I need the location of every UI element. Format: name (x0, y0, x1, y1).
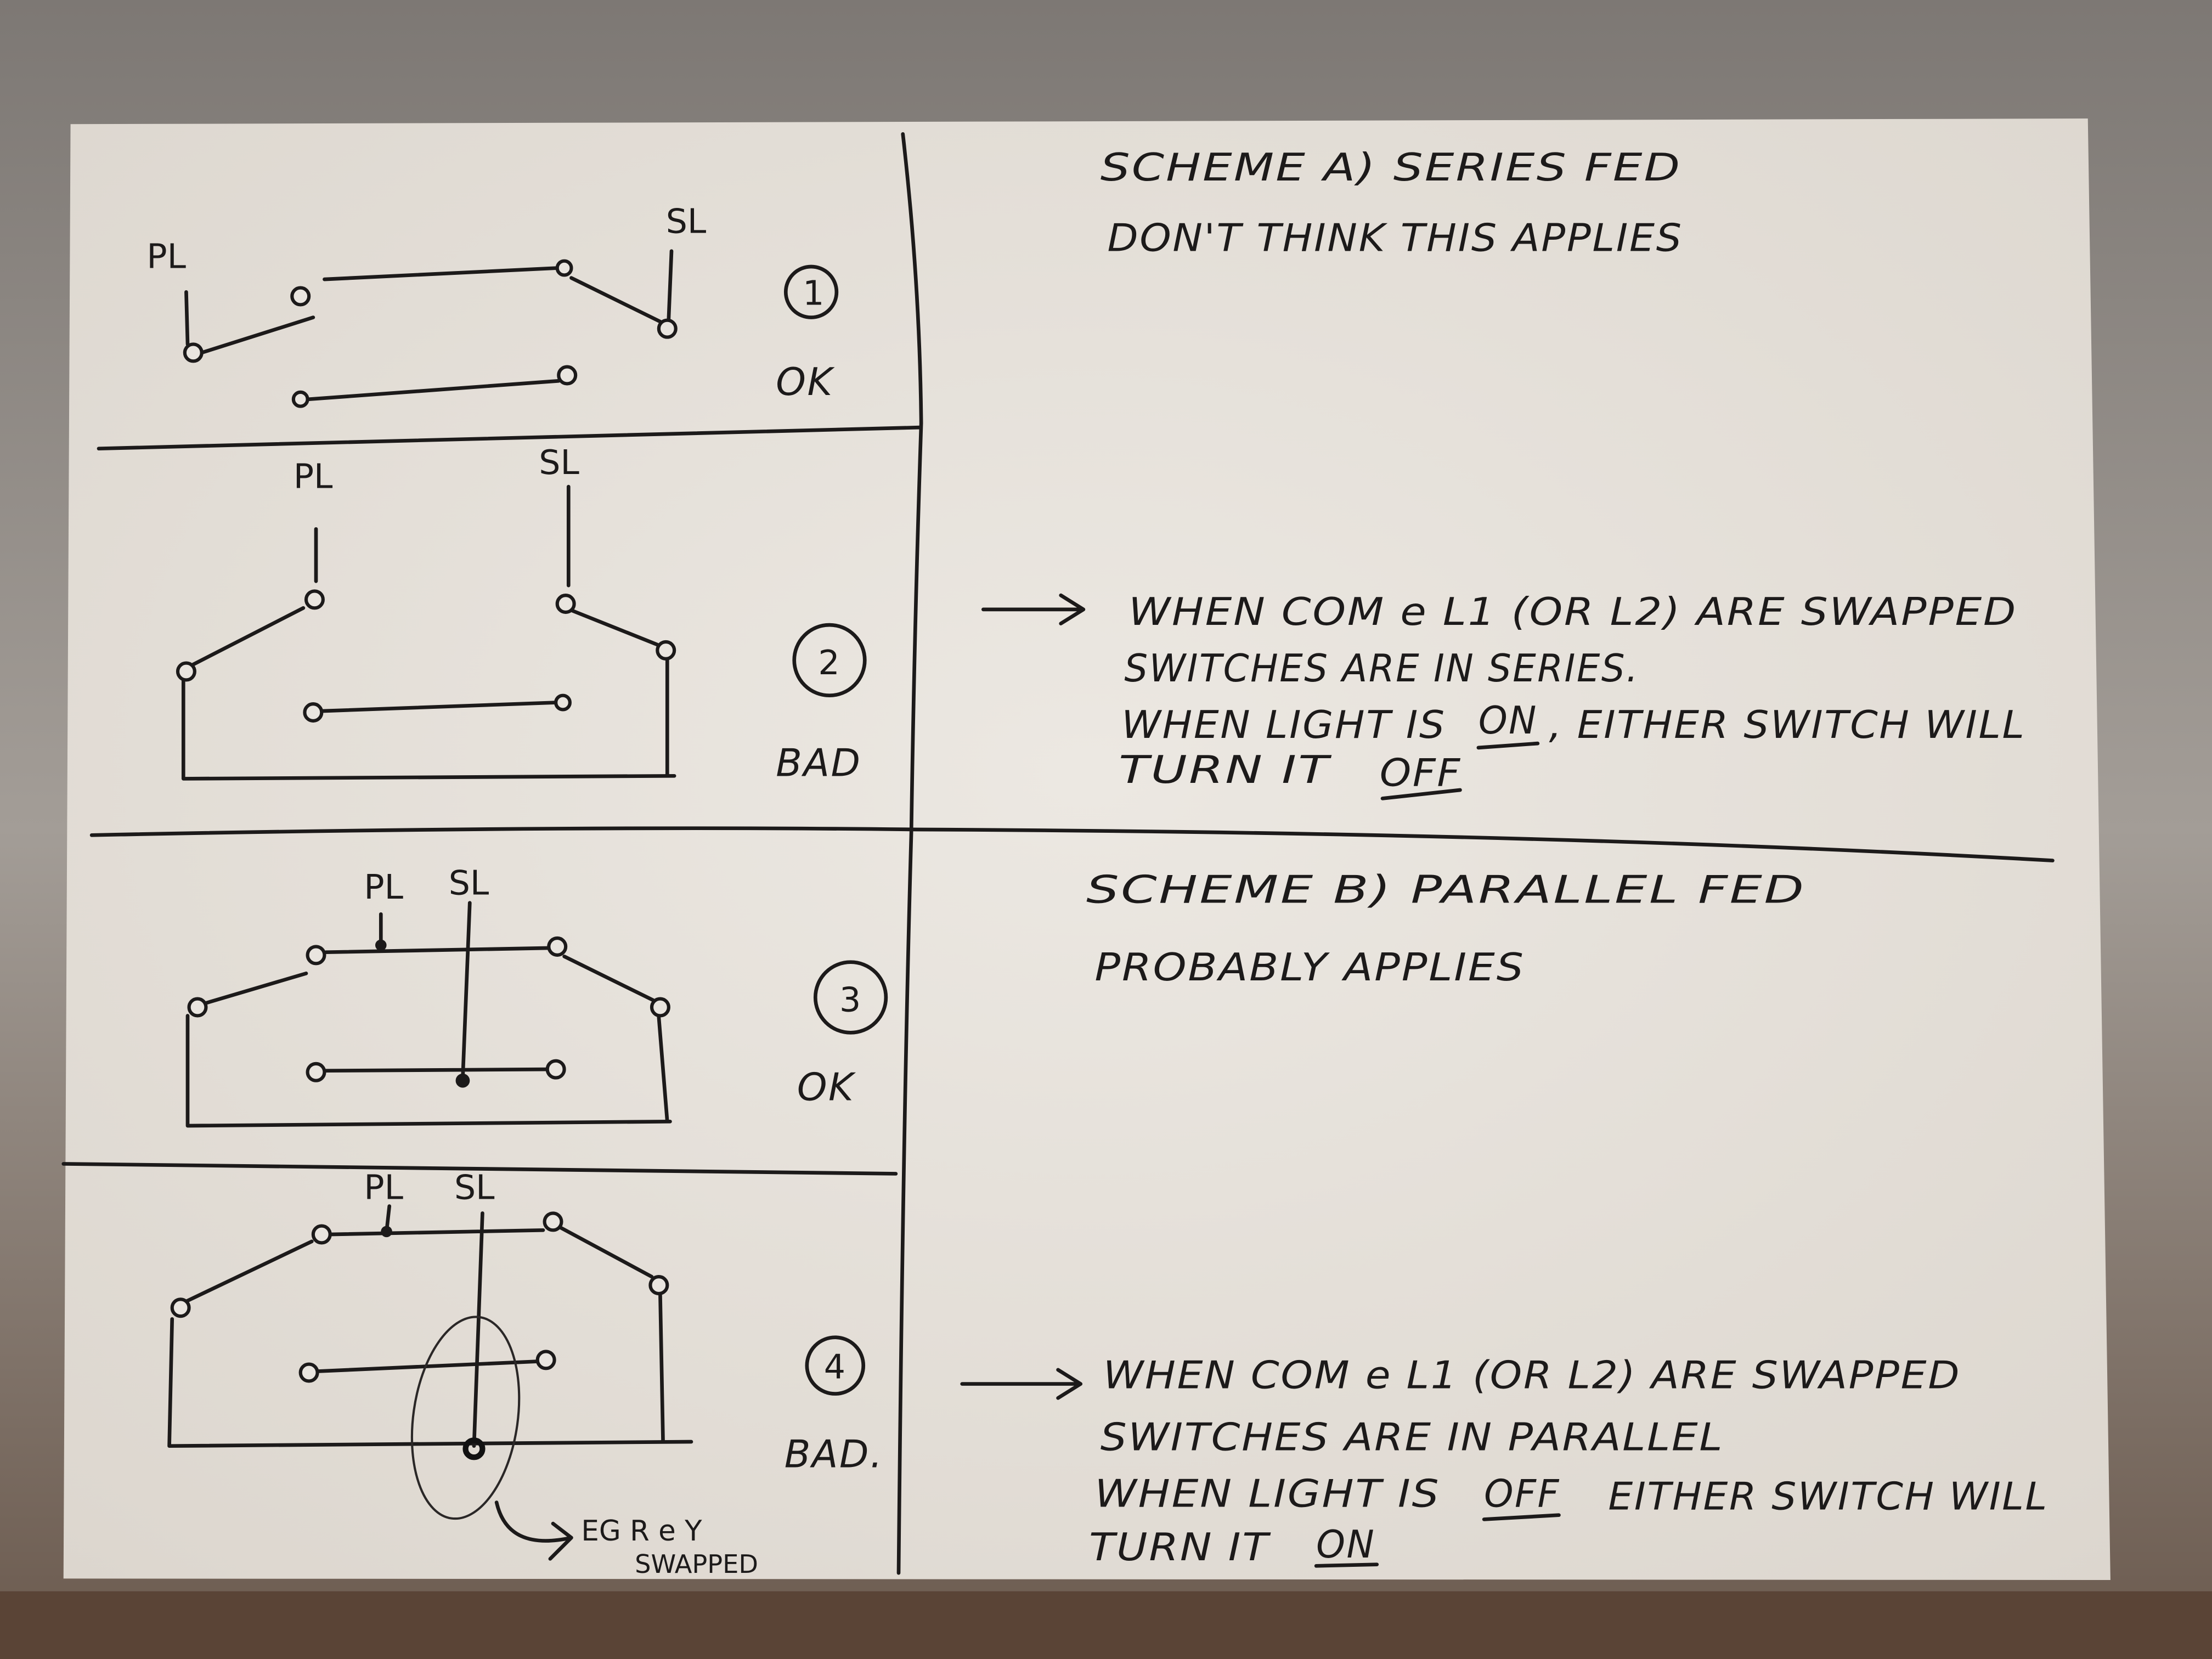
pl-label: PL (294, 457, 333, 496)
note-line: WHEN COM e L1 (OR L2) ARE SWAPPED (1103, 1353, 1961, 1397)
sl-label: SL (454, 1168, 495, 1207)
sl-label: SL (666, 201, 707, 241)
verdict-label: OK (776, 360, 835, 404)
scheme-a-subtitle: DON'T THINK THIS APPLIES (1108, 217, 1683, 261)
diagram-number: 3 (839, 980, 861, 1020)
note-line: WHEN LIGHT IS (1094, 1472, 1440, 1516)
sl-label: SL (449, 863, 489, 902)
sl-label: SL (539, 443, 579, 482)
annotation-text: SWAPPED (635, 1549, 758, 1579)
pl-label: PL (146, 237, 186, 276)
note-line: SWITCHES ARE IN SERIES. (1124, 647, 1639, 691)
note-emphasis: ON (1316, 1523, 1375, 1567)
pl-label: PL (364, 1168, 403, 1207)
note-line: TURN IT (1119, 748, 1331, 792)
note-line: SWITCHES ARE IN PARALLEL (1101, 1415, 1724, 1459)
note-emphasis: ON (1479, 699, 1538, 743)
note-emphasis: OFF (1484, 1472, 1560, 1516)
diagram-number: 2 (818, 643, 839, 682)
annotation-text: EG R e Y (581, 1515, 702, 1548)
note-line: EITHER SWITCH WILL (1608, 1475, 2048, 1519)
scheme-b-subtitle: PROBABLY APPLIES (1094, 946, 1525, 990)
pl-label: PL (364, 867, 403, 907)
table-edge (0, 1591, 2212, 1659)
verdict-label: BAD. (785, 1432, 884, 1476)
diagram-number: 1 (803, 273, 824, 313)
note-emphasis: OFF (1380, 751, 1462, 795)
scheme-a-title: SCHEME A) SERIES FED (1101, 146, 1681, 190)
verdict-label: BAD (776, 741, 861, 785)
note-line: , EITHER SWITCH WILL (1549, 703, 2025, 747)
note-line: TURN IT (1089, 1526, 1271, 1570)
note-line: WHEN COM e L1 (OR L2) ARE SWAPPED (1128, 590, 2017, 634)
note-line: WHEN LIGHT IS (1121, 703, 1446, 747)
verdict-label: OK (797, 1066, 856, 1110)
scheme-b-title: SCHEME B) PARALLEL FED (1086, 868, 1805, 912)
diagram-number: 4 (824, 1347, 845, 1386)
photo-handwritten-wiring-sketch: PL SL 1 OK PL SL 2 BAD PL SL 3 OK PL SL … (0, 0, 2212, 1659)
